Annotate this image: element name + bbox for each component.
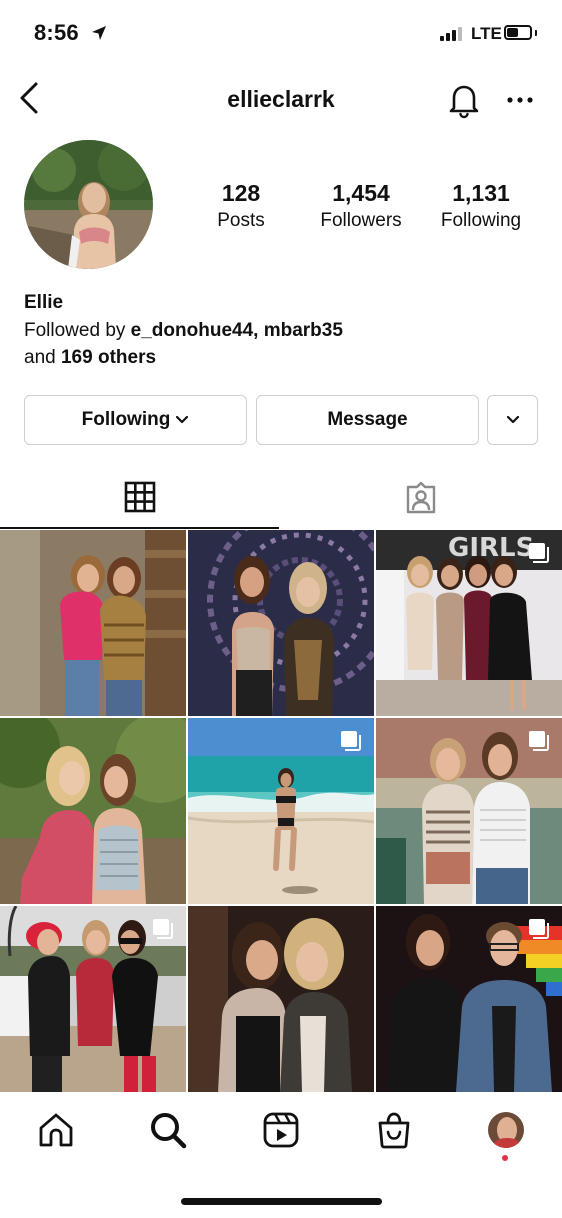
multiple-posts-icon xyxy=(341,731,361,751)
post-thumbnail[interactable] xyxy=(376,718,562,904)
followers-label: Followers xyxy=(320,210,402,231)
posts-stat[interactable]: 128 Posts xyxy=(181,180,301,234)
posts-grid: GIRLS xyxy=(0,530,562,1095)
multiple-posts-icon xyxy=(153,919,173,939)
suggested-dropdown-button[interactable] xyxy=(487,395,538,445)
posts-label: Posts xyxy=(217,210,265,231)
chevron-down-icon xyxy=(176,415,189,424)
tab-posts-grid[interactable] xyxy=(0,470,279,528)
post-thumbnail[interactable]: GIRLS xyxy=(376,530,562,716)
followed-by-prefix: Followed by xyxy=(24,320,131,341)
grid-icon xyxy=(124,481,156,513)
tagged-person-icon xyxy=(406,481,436,514)
reels-icon[interactable] xyxy=(261,1110,301,1150)
status-time: 8:56 xyxy=(34,20,79,45)
post-thumbnail[interactable] xyxy=(376,906,562,1092)
post-thumbnail[interactable] xyxy=(0,906,186,1092)
followed-by-text[interactable]: Followed by e_donohue44, mbarb35 xyxy=(24,320,343,342)
back-icon[interactable] xyxy=(14,80,48,116)
others-count[interactable]: 169 others xyxy=(61,347,156,368)
message-button[interactable]: Message xyxy=(256,395,479,445)
following-count: 1,131 xyxy=(452,180,510,206)
followed-by-others[interactable]: and 169 others xyxy=(24,347,156,369)
shop-icon[interactable] xyxy=(374,1110,414,1150)
following-button[interactable]: Following xyxy=(24,395,247,445)
profile-avatar[interactable] xyxy=(24,140,153,269)
post-overlay-text: GIRLS xyxy=(448,533,534,563)
multiple-posts-icon xyxy=(529,731,549,751)
search-icon[interactable] xyxy=(148,1110,188,1150)
battery-cap xyxy=(535,30,537,36)
multiple-posts-icon xyxy=(529,543,549,563)
followers-stat[interactable]: 1,454 Followers xyxy=(301,180,421,234)
tab-tagged[interactable] xyxy=(281,470,562,528)
post-thumbnail[interactable] xyxy=(0,718,186,904)
post-thumbnail[interactable] xyxy=(188,718,374,904)
posts-count: 128 xyxy=(221,180,261,206)
notification-dot xyxy=(502,1155,508,1161)
following-button-label: Following xyxy=(81,409,171,430)
more-options-icon[interactable] xyxy=(504,84,536,116)
network-label: LTE xyxy=(471,24,502,43)
followers-count: 1,454 xyxy=(332,180,390,206)
location-arrow-icon xyxy=(92,26,106,40)
profile-tab-avatar[interactable] xyxy=(488,1112,524,1148)
following-label: Following xyxy=(440,210,522,231)
home-icon[interactable] xyxy=(36,1110,76,1150)
followed-by-users[interactable]: e_donohue44, mbarb35 xyxy=(131,320,343,341)
profile-display-name: Ellie xyxy=(24,292,64,313)
battery-icon xyxy=(504,25,532,40)
and-text: and xyxy=(24,347,61,368)
message-button-label: Message xyxy=(327,409,408,430)
multiple-posts-icon xyxy=(529,919,549,939)
post-thumbnail[interactable] xyxy=(188,530,374,716)
post-thumbnail[interactable] xyxy=(0,530,186,716)
chevron-down-icon xyxy=(506,415,519,424)
bell-icon[interactable] xyxy=(444,80,484,120)
signal-icon xyxy=(440,27,462,41)
post-thumbnail[interactable] xyxy=(188,906,374,1092)
home-indicator xyxy=(181,1198,382,1205)
active-tab-indicator xyxy=(0,527,279,529)
following-stat[interactable]: 1,131 Following xyxy=(421,180,541,234)
